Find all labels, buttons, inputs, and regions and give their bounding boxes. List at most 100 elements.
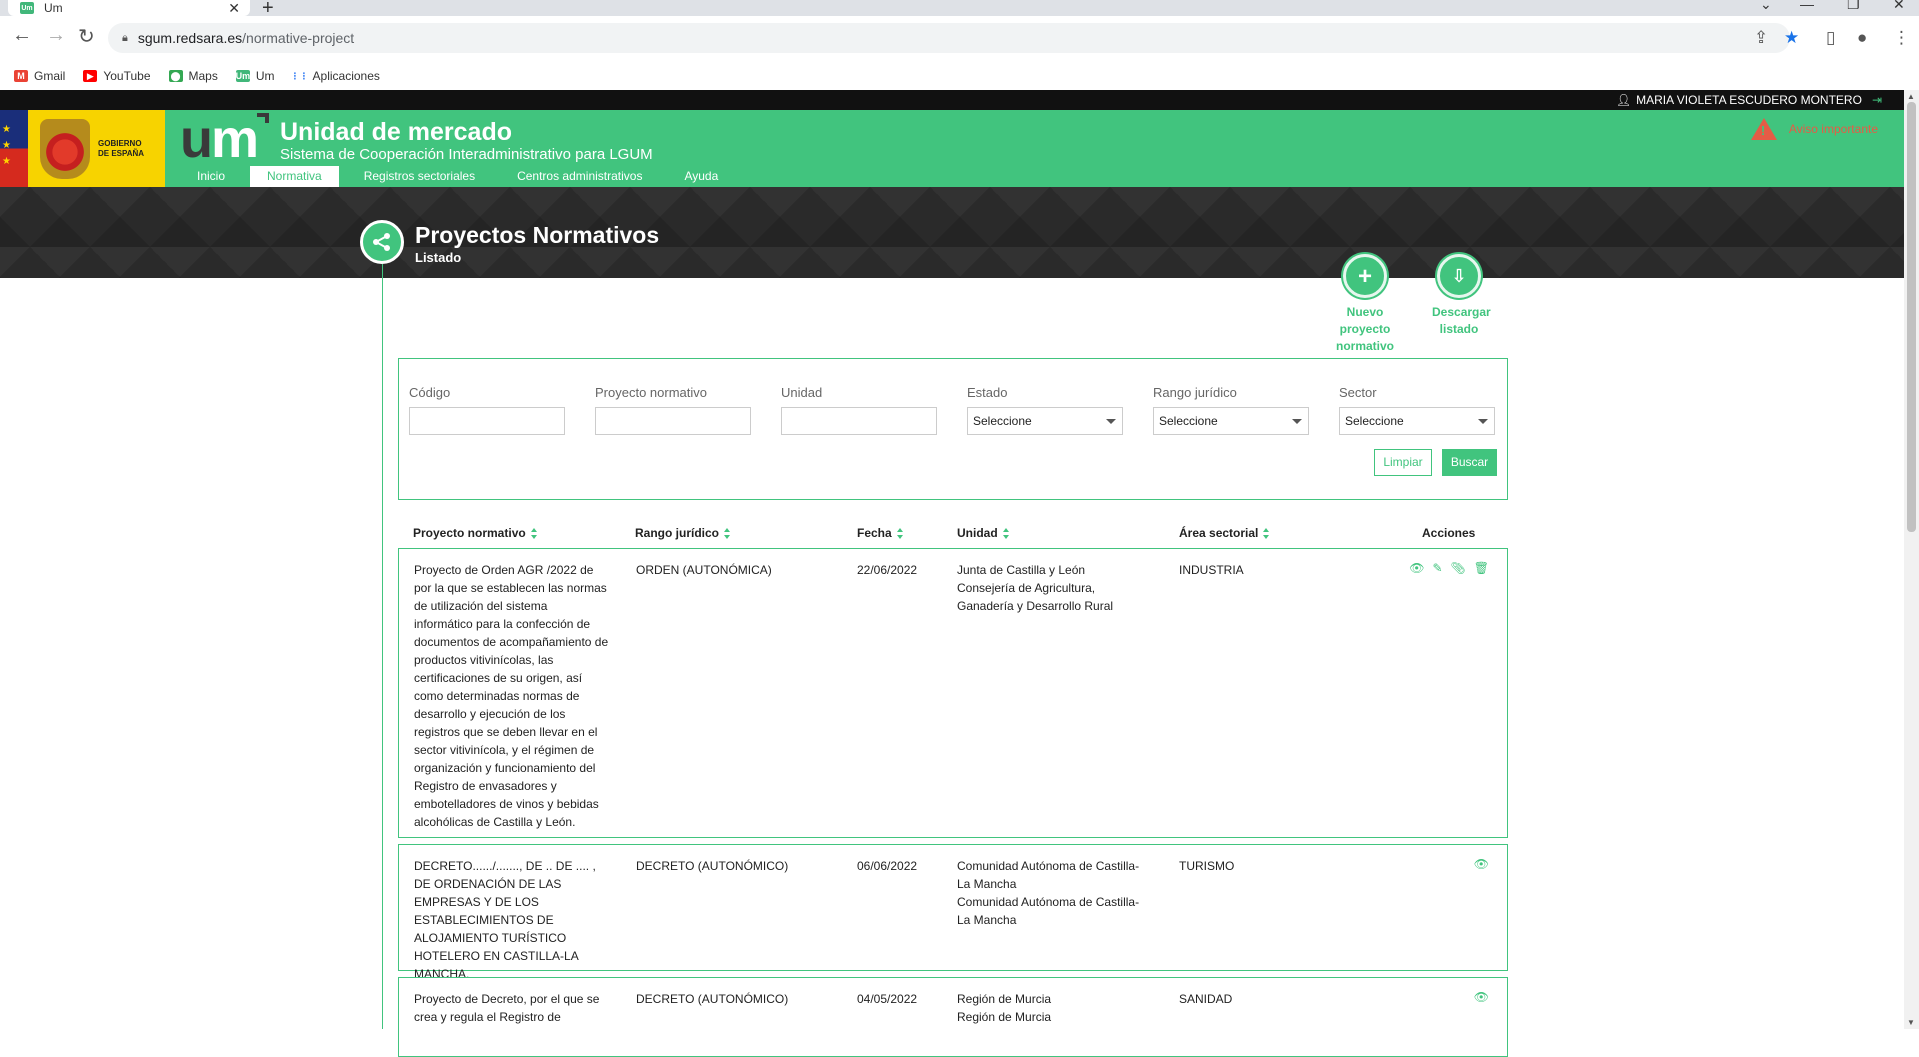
user-icon: 👤︎ [1615,93,1632,107]
row-actions: 👁︎ [1474,990,1489,1004]
search-button[interactable]: Buscar [1442,449,1497,476]
column-header-rango[interactable]: Rango jurídico [635,526,730,540]
rango-select[interactable]: Seleccione [1153,407,1309,435]
minimize-icon[interactable]: — [1800,0,1814,12]
site-subtitle: Sistema de Cooperación Interadministrati… [280,146,653,163]
user-bar: 👤︎ MARIA VIOLETA ESCUDERO MONTERO ⇥ [0,90,1904,110]
sort-icon [896,527,903,539]
column-header-fecha[interactable]: Fecha [857,526,903,540]
eye-icon[interactable]: 👁︎ [1474,990,1489,1004]
tab-title: Um [44,1,63,15]
browser-tab[interactable]: Um Um ✕ [8,0,250,16]
bookmark-gmail[interactable]: M Gmail [14,69,65,83]
cell-fecha: 22/06/2022 [857,563,918,577]
restore-icon[interactable]: ❐ [1847,0,1860,13]
sort-icon [724,527,730,539]
page-title: Proyectos Normativos [415,222,660,248]
profile-icon[interactable]: ● [1857,28,1867,48]
um-logo-tick [257,113,269,123]
column-header-unidad[interactable]: Unidad [957,526,1009,540]
reload-icon[interactable]: ↻ [78,24,95,49]
url-field[interactable]: 🔒︎ sgum.redsara.es/normative-project [108,23,1790,53]
menu-item-registros-sectoriales[interactable]: Registros sectoriales [347,166,492,187]
scrollbar-thumb[interactable] [1907,102,1916,532]
cell-unidad: Junta de Castilla y León Consejería de A… [957,563,1114,613]
main-menu: Inicio Normativa Registros sectoriales Cent… [180,166,743,187]
codigo-label: Código [409,385,451,400]
menu-item-inicio[interactable]: Inicio [180,166,242,187]
side-panel-icon[interactable]: ▯ [1826,28,1835,48]
logout-icon[interactable]: ⇥ [1872,93,1882,107]
edit-icon[interactable]: ✎ [1432,561,1442,575]
chevron-down-icon [1292,419,1302,424]
page-scrollbar[interactable]: ▲ ▼ [1904,90,1919,1029]
bookmark-maps[interactable]: ⬤ Maps [168,69,218,83]
column-header-proyecto[interactable]: Proyecto normativo [413,526,537,540]
close-window-icon[interactable]: ✕ [1893,0,1905,13]
cell-unidad: Región de Murcia Región de Murcia [957,992,1052,1024]
chevron-down-icon [1106,419,1116,424]
gmail-icon: M [14,70,28,82]
clear-button[interactable]: Limpiar [1374,449,1432,476]
um-logo[interactable]: um [180,112,259,166]
browser-menu-icon[interactable]: ⋮ [1893,28,1910,48]
cell-proyecto[interactable]: Proyecto de Decreto, por el que se crea … [414,990,609,1026]
trash-icon[interactable]: 🗑︎ [1474,561,1489,575]
um-icon: Um [235,70,251,82]
menu-item-normativa[interactable]: Normativa [250,166,339,187]
page-subtitle: Listado [415,250,462,265]
site-title: Unidad de mercado [280,118,512,146]
scroll-up-icon[interactable]: ▲ [1907,92,1915,101]
back-icon[interactable]: ← [12,24,32,47]
bookmark-um[interactable]: Um Um [236,69,275,83]
cell-proyecto[interactable]: Proyecto de Orden AGR /2022 de por la qu… [414,561,609,831]
sort-icon [1002,527,1009,539]
sector-select[interactable]: Seleccione [1339,407,1495,435]
alert-link[interactable]: Aviso importante [1750,118,1878,140]
cell-area: INDUSTRIA [1179,563,1244,577]
unidad-input[interactable] [781,407,937,435]
close-tab-icon[interactable]: ✕ [228,0,240,17]
column-header-area[interactable]: Área sectorial [1179,526,1270,540]
sort-icon [530,527,537,539]
estado-select[interactable]: Seleccione [967,407,1123,435]
share-icon[interactable]: ⇪ [1754,28,1768,48]
gobierno-logo[interactable]: GOBIERNO DE ESPAÑA [28,110,165,187]
cell-proyecto[interactable]: DECRETO....../......., DE .. DE .... , D… [414,857,609,983]
plus-icon: + [1343,254,1387,298]
menu-item-ayuda[interactable]: Ayuda [667,166,735,187]
eye-icon[interactable]: 👁︎ [1409,561,1424,575]
alert-label: Aviso importante [1788,122,1878,136]
cell-fecha: 04/05/2022 [857,992,918,1006]
cell-rango: DECRETO (AUTONÓMICO) [636,859,789,873]
user-name[interactable]: MARIA VIOLETA ESCUDERO MONTERO [1636,93,1862,107]
coat-of-arms-icon [40,118,90,179]
eye-icon[interactable]: 👁︎ [1474,857,1489,871]
eu-flag-stripe: ★ ★ ★ [0,110,28,187]
bookmark-star-icon[interactable]: ★ [1784,28,1799,48]
um-favicon-icon: Um [20,2,34,14]
apps-grid-icon: ⋮⋮ [290,70,309,81]
bookmark-aplicaciones[interactable]: ⋮⋮ Aplicaciones [290,69,380,83]
attach-icon[interactable]: 📎︎ [1451,561,1466,575]
cell-area: TURISMO [1179,859,1235,873]
estado-label: Estado [967,385,1008,400]
bookmarks-bar: M Gmail ▶ YouTube ⬤ Maps Um Um ⋮⋮ Aplicaciones [0,62,1919,90]
row-actions: 👁︎ ✎ 📎︎ 🗑︎ [1409,561,1489,575]
menu-item-centros-administrativos[interactable]: Centros administrativos [500,166,659,187]
sector-label: Sector [1339,385,1377,400]
bookmark-youtube[interactable]: ▶ YouTube [83,69,151,83]
proyecto-input[interactable] [595,407,751,435]
chevron-down-icon [1478,419,1488,424]
proyecto-label: Proyecto normativo [595,385,707,400]
site-header: ★ ★ ★ GOBIERNO DE ESPAÑA um Unidad de me… [0,110,1904,187]
cell-rango: DECRETO (AUTONÓMICO) [636,992,789,1006]
cell-rango: ORDEN (AUTONÓMICA) [636,563,772,577]
cell-area: SANIDAD [1179,992,1233,1006]
scroll-down-icon[interactable]: ▼ [1907,1018,1915,1027]
maps-icon: ⬤ [168,70,183,82]
forward-icon[interactable]: → [46,24,66,47]
tab-search-icon[interactable]: ⌄ [1760,0,1772,13]
codigo-input[interactable] [409,407,565,435]
download-list-button[interactable]: ⇩ Descargar listado [1404,254,1514,338]
